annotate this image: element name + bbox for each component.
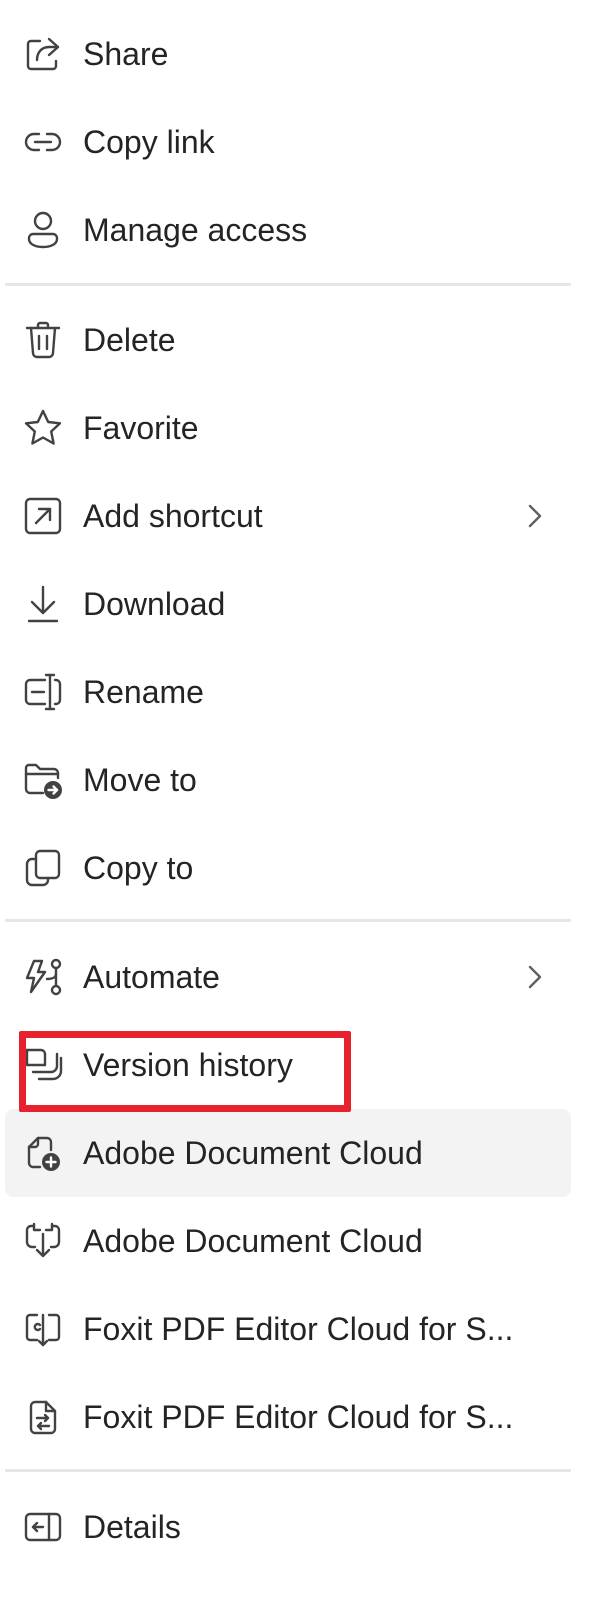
menu-item-label: Adobe Document Cloud [83,1135,423,1171]
menu-item-label: Automate [83,959,220,995]
document-convert-icon [23,1397,63,1437]
menu-item-share[interactable]: Share [5,10,571,98]
menu-item-label: Copy link [83,124,215,160]
menu-item-download[interactable]: Download [5,560,571,648]
download-icon [23,584,63,624]
menu-item-label: Version history [83,1047,293,1083]
divider [5,283,571,286]
person-icon [23,210,63,250]
menu-item-label: Details [83,1509,181,1545]
menu-item-label: Adobe Document Cloud [83,1223,423,1259]
menu-item-rename[interactable]: Rename [5,648,571,736]
menu-item-version-history[interactable]: Version history [5,1021,571,1109]
document-sync-icon [23,1221,63,1261]
context-menu: Share Copy link Manage access Delete Fav… [0,0,590,1605]
chevron-right-icon [519,501,549,531]
menu-item-adobe-document-cloud[interactable]: Adobe Document Cloud [5,1109,571,1197]
document-add-icon [23,1133,63,1173]
divider [5,1469,571,1472]
pdf-edit-icon [23,1309,63,1349]
menu-item-copy-link[interactable]: Copy link [5,98,571,186]
menu-item-details[interactable]: Details [5,1483,571,1571]
menu-item-move-to[interactable]: Move to [5,736,571,824]
menu-item-label: Move to [83,762,197,798]
divider [5,919,571,922]
menu-item-manage-access[interactable]: Manage access [5,186,571,274]
details-pane-icon [23,1507,63,1547]
menu-item-label: Add shortcut [83,498,263,534]
menu-item-delete[interactable]: Delete [5,296,571,384]
menu-item-label: Rename [83,674,204,710]
menu-item-label: Copy to [83,850,194,886]
rename-icon [23,672,63,712]
menu-item-automate[interactable]: Automate [5,933,571,1021]
version-history-icon [23,1045,63,1085]
share-icon [23,34,63,74]
shortcut-icon [23,496,63,536]
star-icon [23,408,63,448]
menu-item-label: Share [83,36,169,72]
menu-item-adobe-document-cloud[interactable]: Adobe Document Cloud [5,1197,571,1285]
menu-item-add-shortcut[interactable]: Add shortcut [5,472,571,560]
automate-icon [23,957,63,997]
menu-item-foxit-pdf-editor[interactable]: Foxit PDF Editor Cloud for S... [5,1285,571,1373]
copy-icon [23,848,63,888]
menu-item-label: Foxit PDF Editor Cloud for S... [83,1399,514,1435]
menu-item-favorite[interactable]: Favorite [5,384,571,472]
menu-item-label: Manage access [83,212,308,248]
chevron-right-icon [519,962,549,992]
menu-item-label: Foxit PDF Editor Cloud for S... [83,1311,514,1347]
menu-item-label: Delete [83,322,176,358]
menu-item-foxit-pdf-editor[interactable]: Foxit PDF Editor Cloud for S... [5,1373,571,1461]
link-icon [23,122,63,162]
trash-icon [23,320,63,360]
menu-item-copy-to[interactable]: Copy to [5,824,571,912]
menu-item-label: Favorite [83,410,199,446]
menu-item-label: Download [83,586,226,622]
folder-move-icon [23,760,63,800]
